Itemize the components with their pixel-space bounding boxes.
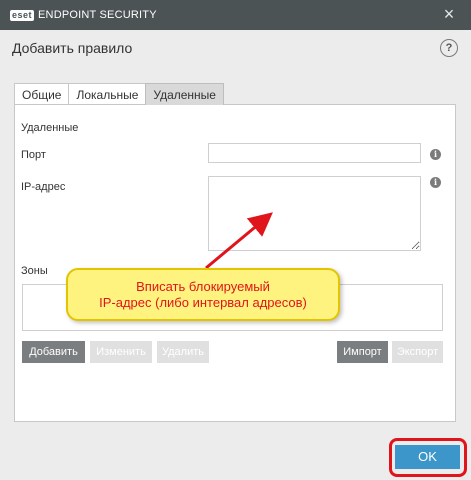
product-name: ENDPOINT SECURITY bbox=[38, 9, 157, 21]
edit-button[interactable]: Изменить bbox=[90, 341, 152, 363]
ok-highlight-frame bbox=[389, 438, 467, 477]
close-icon[interactable]: × bbox=[441, 5, 457, 23]
port-info-icon[interactable]: i bbox=[430, 149, 441, 160]
window-titlebar: eset ENDPOINT SECURITY × bbox=[0, 0, 471, 30]
ip-address-input[interactable] bbox=[208, 176, 421, 251]
tab-bar: Общие Локальные Удаленные bbox=[14, 83, 224, 105]
ip-label: IP-адрес bbox=[21, 181, 66, 193]
section-title: Удаленные bbox=[21, 122, 79, 134]
help-icon[interactable]: ? bbox=[440, 39, 458, 57]
dialog-header: Добавить правило ? bbox=[0, 30, 471, 66]
ip-info-icon[interactable]: i bbox=[430, 177, 441, 188]
tab-remote[interactable]: Удаленные bbox=[145, 83, 224, 105]
callout-line-1: Вписать блокируемый bbox=[136, 279, 270, 294]
port-label: Порт bbox=[21, 149, 46, 161]
page-title: Добавить правило bbox=[12, 40, 133, 56]
tab-general[interactable]: Общие bbox=[14, 83, 70, 105]
delete-button[interactable]: Удалить bbox=[157, 341, 209, 363]
callout-line-2: IP-адрес (либо интервал адресов) bbox=[99, 295, 307, 310]
import-button[interactable]: Импорт bbox=[337, 341, 388, 363]
port-input[interactable] bbox=[208, 143, 421, 163]
zones-label: Зоны bbox=[21, 265, 48, 277]
add-button[interactable]: Добавить bbox=[22, 341, 85, 363]
eset-logo: eset ENDPOINT SECURITY bbox=[10, 9, 157, 21]
export-button[interactable]: Экспорт bbox=[392, 341, 443, 363]
annotation-callout: Вписать блокируемый IP-адрес (либо интер… bbox=[66, 268, 340, 321]
brand-badge: eset bbox=[10, 9, 35, 21]
tab-local[interactable]: Локальные bbox=[68, 83, 147, 105]
